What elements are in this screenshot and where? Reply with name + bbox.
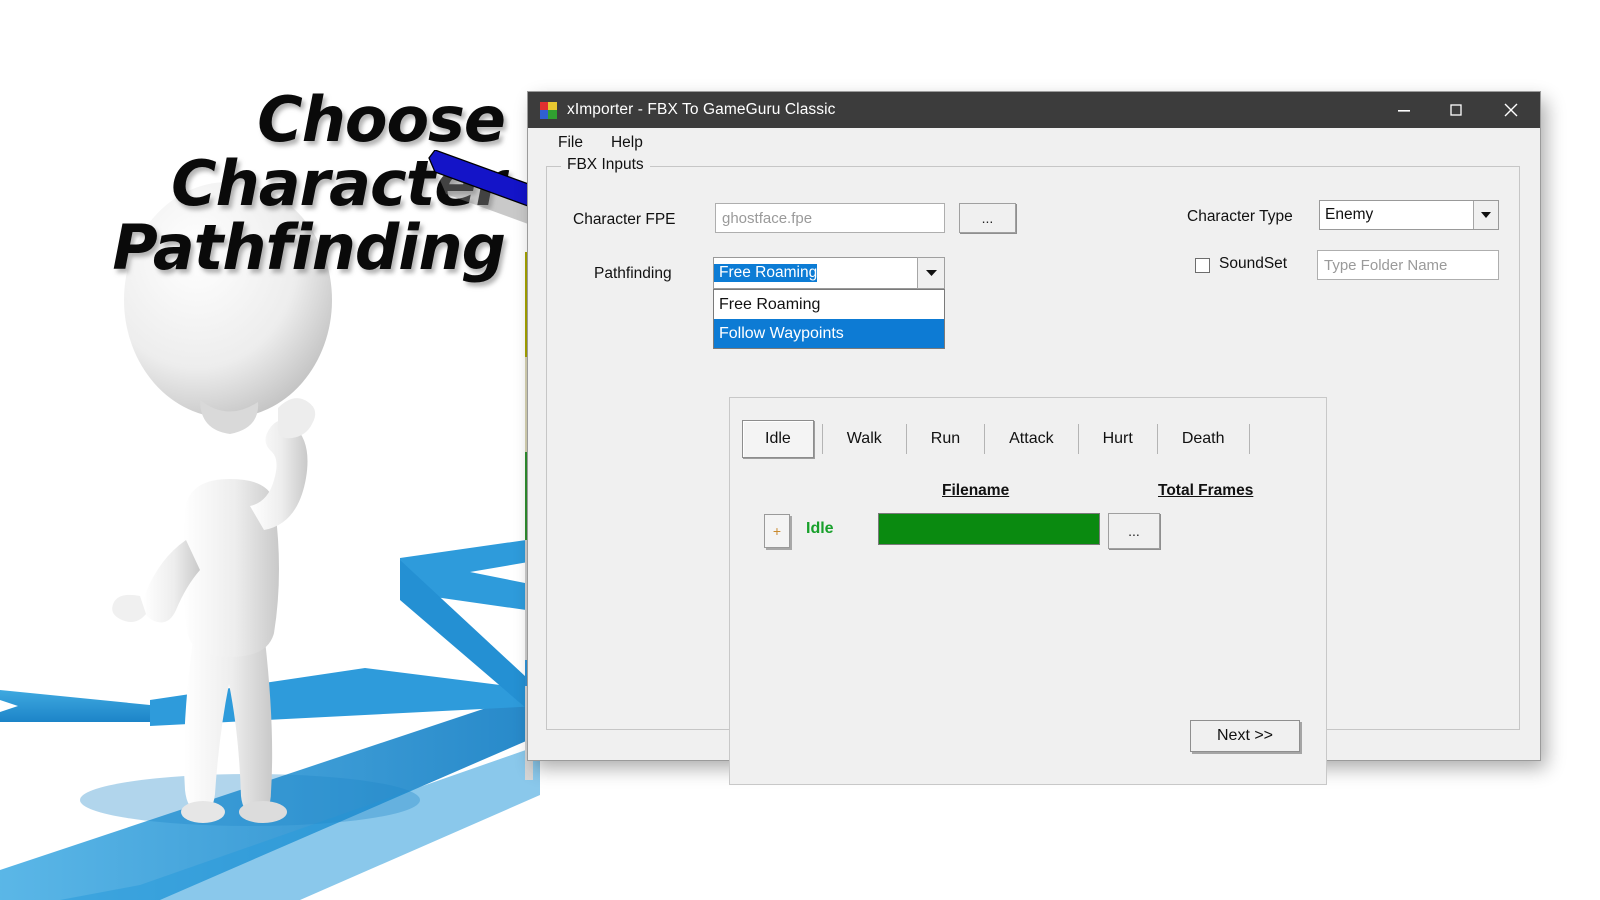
animation-tabs: Idle Walk Run Attack Hurt Death: [742, 420, 1258, 458]
expand-row-button[interactable]: +: [764, 514, 790, 548]
chevron-down-icon[interactable]: [1473, 201, 1498, 229]
window-title: xImporter - FBX To GameGuru Classic: [567, 101, 836, 118]
character-type-combo[interactable]: Enemy: [1319, 200, 1499, 230]
window-titlebar[interactable]: xImporter - FBX To GameGuru Classic: [528, 92, 1540, 128]
tab-hurt[interactable]: Hurt: [1087, 420, 1149, 458]
app-window: xImporter - FBX To GameGuru Classic File…: [528, 92, 1540, 785]
tab-idle[interactable]: Idle: [742, 420, 814, 458]
character-fpe-label: Character FPE: [573, 211, 676, 228]
tab-attack[interactable]: Attack: [993, 420, 1069, 458]
tab-separator: [1248, 424, 1250, 454]
tab-death[interactable]: Death: [1166, 420, 1241, 458]
soundset-folder-input[interactable]: Type Folder Name: [1317, 250, 1499, 280]
idle-browse-button[interactable]: ...: [1108, 513, 1160, 549]
row-label-idle: Idle: [806, 520, 834, 537]
soundset-checkbox[interactable]: [1195, 258, 1210, 273]
maximize-button[interactable]: [1430, 92, 1482, 128]
character-type-label: Character Type: [1187, 208, 1293, 225]
tab-walk[interactable]: Walk: [831, 420, 898, 458]
screenshot-root: Choose Character Pathfinding xImporter -…: [0, 0, 1600, 900]
animation-panel: Idle Walk Run Attack Hurt Death Filename…: [729, 397, 1327, 785]
pathfinding-dropdown-list[interactable]: Free Roaming Follow Waypoints: [713, 289, 945, 349]
fbx-inputs-group: FBX Inputs Character FPE ghostface.fpe .…: [546, 156, 1520, 785]
pathfinding-option-follow-waypoints[interactable]: Follow Waypoints: [714, 319, 944, 348]
tab-separator: [1077, 424, 1079, 454]
next-button[interactable]: Next >>: [1190, 720, 1300, 752]
soundset-label: SoundSet: [1219, 255, 1288, 272]
app-icon: [540, 101, 557, 119]
close-button[interactable]: [1482, 92, 1540, 128]
idle-filename-field[interactable]: [878, 513, 1100, 545]
group-legend: FBX Inputs: [561, 156, 650, 174]
character-fpe-browse-button[interactable]: ...: [959, 203, 1016, 233]
column-header-total-frames: Total Frames: [1158, 482, 1254, 499]
pathfinding-option-free-roaming[interactable]: Free Roaming: [714, 290, 944, 319]
tab-separator: [821, 424, 823, 454]
menu-item-file[interactable]: File: [546, 131, 595, 155]
pathfinding-label: Pathfinding: [594, 265, 672, 282]
character-fpe-input[interactable]: ghostface.fpe: [715, 203, 945, 233]
menu-item-help[interactable]: Help: [599, 131, 655, 155]
pathfinding-dropdown-button[interactable]: [917, 257, 945, 289]
pathfinding-value: Free Roaming: [714, 264, 818, 282]
window-controls: [1378, 92, 1540, 128]
character-type-value: Enemy: [1325, 206, 1374, 223]
tab-separator: [1156, 424, 1158, 454]
minimize-button[interactable]: [1378, 92, 1430, 128]
pathfinding-combo[interactable]: Free Roaming: [713, 257, 945, 289]
menu-bar: File Help: [528, 128, 1540, 158]
column-header-filename: Filename: [942, 482, 1010, 499]
tab-run[interactable]: Run: [915, 420, 976, 458]
tab-separator: [984, 424, 986, 454]
tab-separator: [905, 424, 907, 454]
